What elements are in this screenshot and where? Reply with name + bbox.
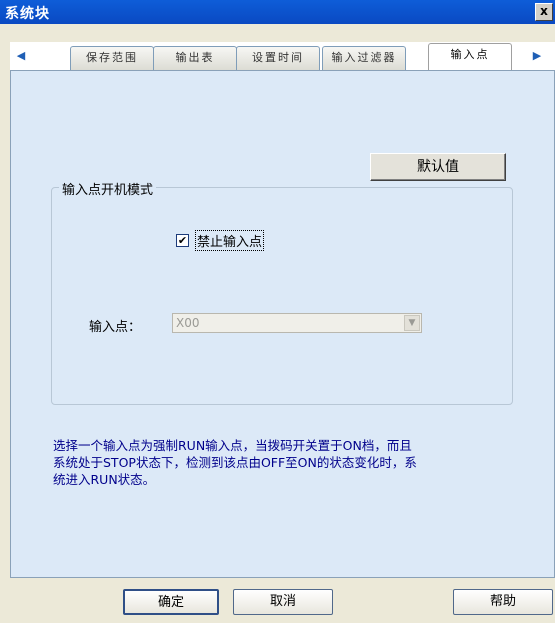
tab-set-time[interactable]: 设置时间 <box>236 46 320 70</box>
title-bar: 系统块 x <box>0 0 555 24</box>
tab-input-filter[interactable]: 输入过滤器 <box>322 46 406 70</box>
default-value-button[interactable]: 默认值 <box>370 153 506 181</box>
tab-prev-arrow-icon[interactable]: ◀ <box>14 48 28 64</box>
description-line: 系统处于STOP状态下，检测到该点由OFF至ON的状态变化时，系 <box>53 455 417 470</box>
tab-panel: 默认值 输入点开机模式 ✔ 禁止输入点 输入点： X00 ▼ 选择一个输入点为强… <box>10 70 555 578</box>
ok-button[interactable]: 确定 <box>123 589 219 615</box>
description-line: 选择一个输入点为强制RUN输入点，当拨码开关置于ON档，而且 <box>53 438 412 453</box>
system-block-dialog: 系统块 x ◀ 保存范围 输出表 设置时间 输入过滤器 输入点 ▶ 默认值 输入… <box>0 0 555 623</box>
window-title: 系统块 <box>5 6 50 22</box>
tab-strip: ◀ 保存范围 输出表 设置时间 输入过滤器 输入点 ▶ <box>10 42 555 71</box>
input-point-startup-group <box>51 187 513 405</box>
input-point-select[interactable]: X00 ▼ <box>172 313 422 333</box>
tab-next-arrow-icon[interactable]: ▶ <box>530 48 544 64</box>
description-line: 统进入RUN状态。 <box>53 472 156 487</box>
tab-output-table[interactable]: 输出表 <box>153 46 237 70</box>
input-point-label: 输入点： <box>89 320 142 335</box>
disable-input-point-checkbox[interactable]: ✔ <box>176 234 189 247</box>
close-button[interactable]: x <box>535 3 553 21</box>
chevron-down-icon[interactable]: ▼ <box>404 315 420 331</box>
cancel-button[interactable]: 取消 <box>233 589 333 615</box>
disable-input-point-label[interactable]: 禁止输入点 <box>194 230 265 251</box>
help-button[interactable]: 帮助 <box>453 589 553 615</box>
tab-input-point[interactable]: 输入点 <box>428 43 512 71</box>
group-title: 输入点开机模式 <box>59 179 157 198</box>
description-text: 选择一个输入点为强制RUN输入点，当拨码开关置于ON档，而且 系统处于STOP状… <box>53 437 533 488</box>
input-point-value: X00 <box>176 316 200 330</box>
tab-save-range[interactable]: 保存范围 <box>70 46 154 70</box>
